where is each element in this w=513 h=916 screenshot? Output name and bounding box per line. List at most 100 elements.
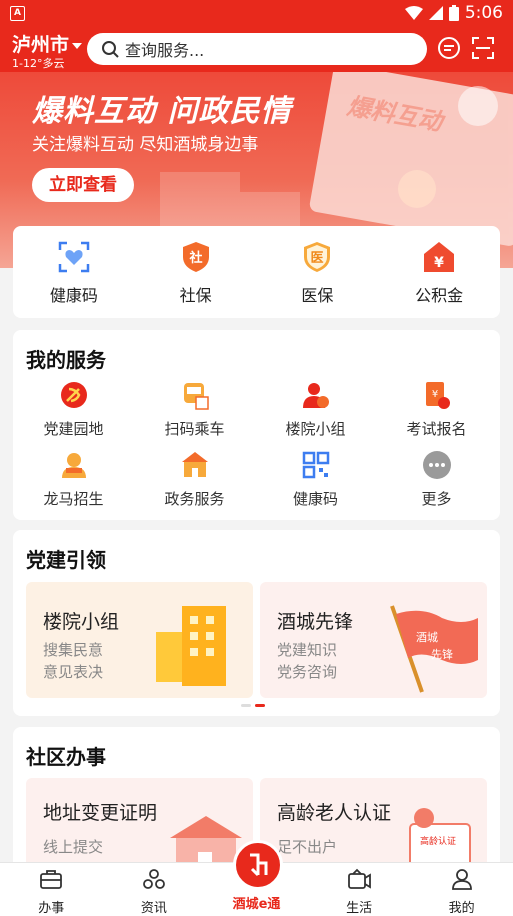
my-services-card: 我的服务 党建园地 扫码乘车 楼院小组 ¥ 考试报名 龙马招生 政务服务 健康码…: [13, 330, 500, 520]
stamp-text: 高龄认证: [420, 837, 457, 847]
tab-life[interactable]: 生活: [308, 863, 411, 916]
megaphone-icon: [398, 170, 436, 208]
party-tile-group[interactable]: 楼院小组 搜集民意 意见表决: [26, 582, 253, 698]
carousel-dots: [241, 704, 265, 707]
svg-text:¥: ¥: [431, 389, 437, 400]
clock: 5:06: [464, 3, 503, 23]
service-label: 龙马招生: [43, 490, 104, 508]
app-logo-glyph: [250, 853, 268, 877]
group-icon: [302, 383, 329, 408]
wifi-icon: [404, 6, 423, 20]
community-tile-address[interactable]: 地址变更证明 线上提交: [26, 778, 253, 868]
briefcase-icon: [40, 870, 63, 889]
tile-subtitle: 意见表决: [43, 663, 104, 681]
quick-access-bar: 健康码 社 社保 医 医保 ¥ 公积金: [13, 226, 500, 318]
carousel-dot-active: [255, 704, 265, 707]
chevron-down-icon: [72, 42, 83, 49]
tab-label: 办事: [38, 901, 65, 916]
view-now-button[interactable]: 立即查看: [32, 168, 134, 202]
service-label: 楼院小组: [285, 420, 346, 438]
enroll-icon: [61, 453, 86, 478]
qr-icon: [302, 451, 329, 479]
tile-subtitle: 足不出户: [277, 838, 338, 856]
party-icon: [60, 382, 87, 408]
banner-title: 爆料互动 问政民情: [32, 94, 292, 129]
health-code-icon: [58, 241, 90, 273]
community-tile-elderly[interactable]: 高龄老人认证 足不出户 高龄认证: [260, 778, 487, 868]
party-tile-pioneer[interactable]: 酒城先锋 党建知识 党务咨询 酒城 先锋: [260, 582, 487, 698]
quick-item-health-code[interactable]: 健康码: [13, 226, 135, 318]
message-icon[interactable]: [437, 36, 461, 60]
medical-insurance-icon: 医: [304, 242, 331, 272]
tile-subtitle: 党务咨询: [277, 663, 338, 681]
life-icon: [348, 868, 371, 889]
tab-profile[interactable]: 我的: [410, 863, 513, 916]
carousel-dot: [241, 704, 251, 707]
quick-label: 健康码: [49, 286, 98, 305]
tab-label: 酒城e通: [232, 897, 281, 912]
bus-icon: [183, 383, 209, 410]
city-name: 泸州市: [12, 34, 70, 56]
building-icon: [156, 606, 226, 686]
search-input[interactable]: 查询服务...: [87, 33, 427, 65]
tab-services[interactable]: 办事: [0, 863, 103, 916]
top-header: 泸州市 1-12°多云 查询服务...: [0, 26, 513, 72]
tile-subtitle: 搜集民意: [43, 641, 104, 659]
more-icon: [422, 451, 451, 479]
svg-text:医: 医: [311, 251, 324, 266]
weather-info: 1-12°多云: [12, 57, 65, 70]
flag-text: 先锋: [431, 648, 453, 661]
user-icon: [451, 869, 472, 890]
service-label: 健康码: [292, 490, 338, 508]
svg-text:社: 社: [188, 250, 202, 266]
city-selector[interactable]: 泸州市: [12, 30, 83, 57]
app-logo-icon[interactable]: [233, 840, 283, 890]
service-item[interactable]: 龙马招生: [13, 450, 134, 509]
quick-label: 社保: [179, 286, 212, 305]
megaphone-icon: [458, 86, 498, 126]
service-label: 更多: [421, 490, 452, 508]
service-item[interactable]: 健康码: [255, 450, 376, 509]
search-placeholder: 查询服务...: [125, 41, 205, 60]
service-label: 党建园地: [43, 420, 104, 438]
svg-text:¥: ¥: [434, 255, 444, 271]
service-item[interactable]: 楼院小组: [255, 380, 376, 439]
tile-subtitle: 线上提交: [43, 838, 104, 856]
exam-icon: ¥: [425, 382, 450, 409]
quick-item-social-security[interactable]: 社 社保: [135, 226, 257, 318]
status-bar: A 5:06: [0, 0, 513, 26]
government-icon: [181, 452, 208, 477]
service-item[interactable]: 政务服务: [134, 450, 255, 509]
tab-label: 资讯: [140, 901, 167, 916]
scan-icon[interactable]: [471, 36, 495, 60]
section-title: 社区办事: [26, 745, 106, 769]
tab-label: 我的: [448, 901, 475, 916]
service-item[interactable]: ¥ 考试报名: [376, 380, 497, 439]
search-icon: [102, 41, 119, 58]
tab-news[interactable]: 资讯: [103, 863, 206, 916]
tile-title: 地址变更证明: [43, 802, 158, 824]
tile-subtitle: 党建知识: [277, 641, 338, 659]
flag-text: 酒城: [416, 631, 438, 644]
signal-icon: [428, 6, 443, 20]
paper-text: 爆料互动: [344, 91, 445, 137]
tile-title: 高龄老人认证: [277, 802, 392, 824]
news-icon: [142, 869, 165, 889]
section-title: 党建引领: [26, 548, 106, 572]
service-item[interactable]: 扫码乘车: [134, 380, 255, 439]
quick-item-medical-insurance[interactable]: 医 医保: [257, 226, 379, 318]
banner-subtitle: 关注爆料互动 尽知酒城身边事: [32, 135, 259, 155]
service-item[interactable]: 更多: [376, 450, 497, 509]
quick-item-housing-fund[interactable]: ¥ 公积金: [378, 226, 500, 318]
social-security-icon: 社: [182, 242, 209, 272]
service-label: 考试报名: [406, 420, 467, 438]
service-item[interactable]: 党建园地: [13, 380, 134, 439]
quick-label: 医保: [301, 286, 334, 305]
housing-fund-icon: ¥: [424, 242, 455, 272]
quick-label: 公积金: [415, 286, 464, 305]
service-label: 政务服务: [164, 490, 225, 508]
tile-title: 酒城先锋: [277, 611, 354, 633]
section-title: 我的服务: [26, 348, 106, 372]
battery-icon: [448, 5, 459, 21]
tab-label: 生活: [346, 901, 373, 916]
